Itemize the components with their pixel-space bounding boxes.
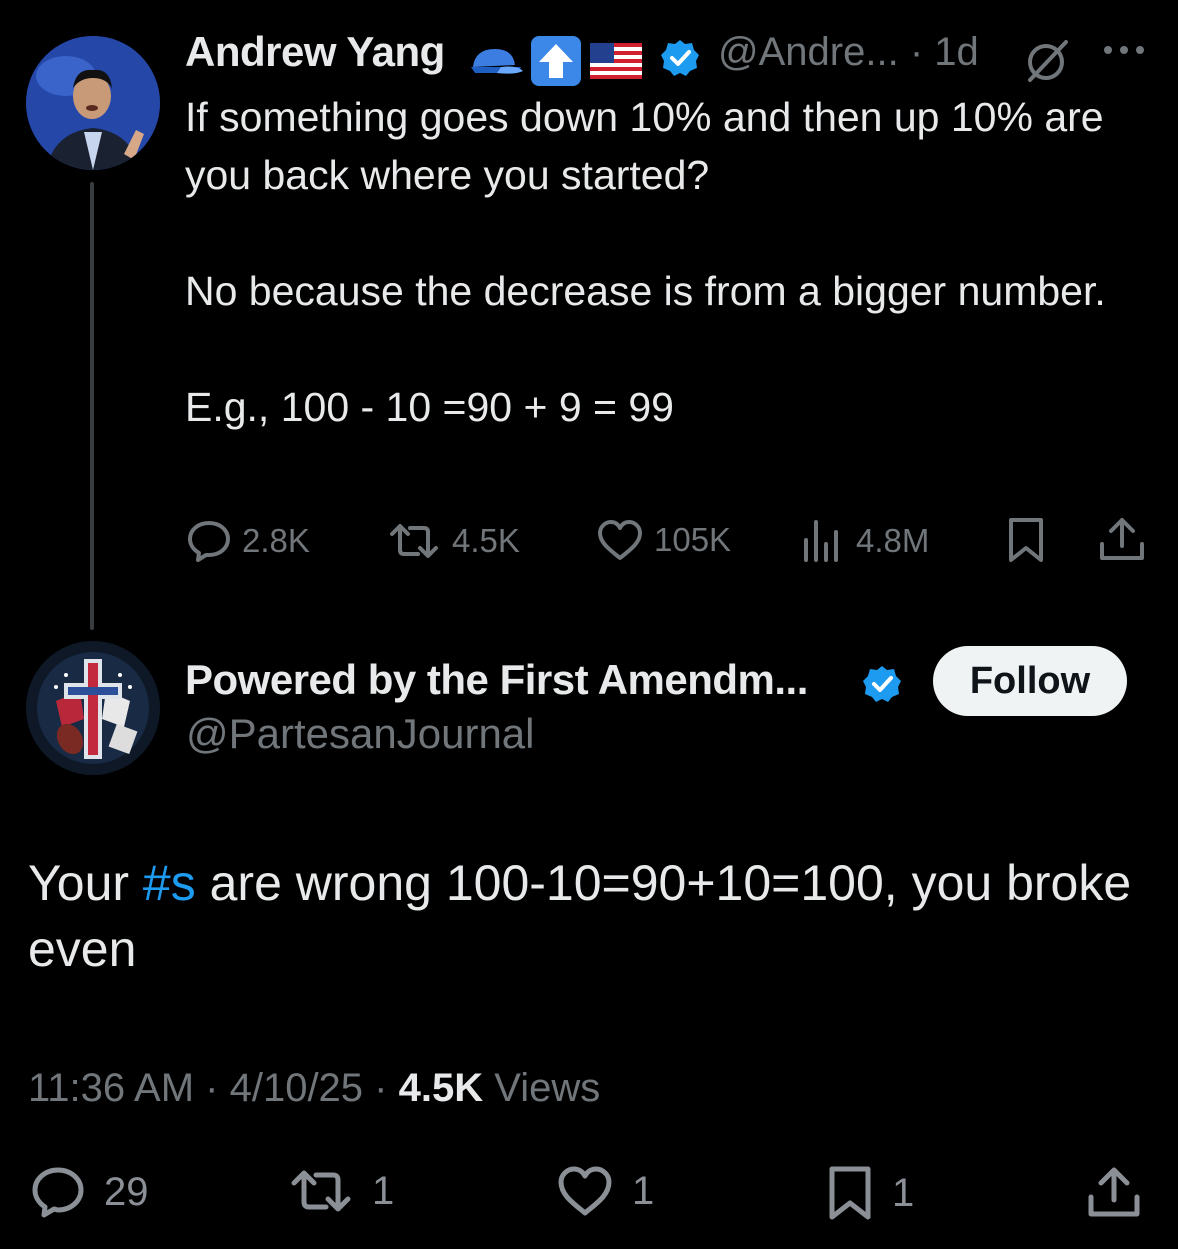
views-button[interactable]: 4.8M: [802, 518, 929, 564]
repost-icon: [390, 524, 438, 558]
blue-cap-icon: [467, 43, 523, 84]
repost-button[interactable]: 4.5K: [386, 518, 520, 564]
reply-author-handle[interactable]: @PartesanJournal: [186, 710, 535, 758]
like-count: 105K: [654, 521, 732, 558]
reply-like-count: 1: [632, 1168, 655, 1213]
author-name[interactable]: Andrew Yang: [185, 28, 445, 76]
reply-icon: [32, 1167, 84, 1218]
more-options-icon[interactable]: [1102, 40, 1146, 65]
like-button[interactable]: 105K: [596, 518, 731, 562]
bookmark-icon: [829, 1166, 871, 1220]
reply-text-start: Your: [28, 855, 143, 911]
reply-bookmark-button[interactable]: 1: [826, 1164, 914, 1222]
heart-icon: [598, 520, 642, 560]
reply-bookmark-count: 1: [892, 1170, 915, 1215]
heart-icon: [558, 1166, 612, 1216]
reply-like-button[interactable]: 1: [556, 1164, 654, 1218]
reply-repost-button[interactable]: 1: [288, 1164, 394, 1218]
repost-count: 4.5K: [452, 522, 520, 559]
verified-badge-icon[interactable]: [862, 664, 902, 709]
us-flag-icon: [589, 41, 643, 86]
reply-author-name[interactable]: Powered by the First Amendm...: [185, 656, 808, 704]
reply-button[interactable]: 2.8K: [186, 518, 310, 564]
share-icon[interactable]: [1098, 516, 1146, 567]
thread-connector: [90, 182, 94, 630]
views-chart-icon: [804, 520, 838, 562]
repost-icon: [291, 1170, 351, 1212]
reply-icon: [188, 521, 230, 562]
tweet-time[interactable]: · 1d: [910, 30, 979, 74]
reply-date[interactable]: 4/10/25: [230, 1066, 363, 1110]
reply-author-avatar[interactable]: [26, 641, 160, 775]
author-handle[interactable]: @Andre...: [718, 30, 899, 74]
reply-views-count: 4.5K: [398, 1066, 484, 1110]
hashtag-link[interactable]: #s: [143, 855, 196, 911]
up-arrow-icon: [529, 34, 583, 93]
reply-meta: 11:36 AM · 4/10/25 · 4.5K Views: [28, 1066, 601, 1110]
follow-button[interactable]: Follow: [933, 646, 1127, 716]
reply-reply-count: 29: [104, 1169, 149, 1214]
reply-reply-button[interactable]: 29: [30, 1164, 149, 1220]
bookmark-icon[interactable]: [1006, 516, 1046, 569]
reply-time[interactable]: 11:36 AM: [28, 1066, 194, 1110]
reply-repost-count: 1: [372, 1168, 395, 1213]
share-icon[interactable]: [1086, 1164, 1142, 1225]
name-emojis: [467, 34, 643, 93]
verified-badge-icon[interactable]: [660, 38, 700, 83]
grok-icon[interactable]: [1024, 38, 1070, 89]
reply-views-label: Views: [494, 1066, 601, 1110]
views-count: 4.8M: [856, 522, 930, 559]
reply-count: 2.8K: [242, 522, 310, 559]
reply-text: Your #s are wrong 100-10=90+10=100, you …: [28, 850, 1148, 982]
author-handle-and-time: @Andre... · 1d: [718, 30, 979, 75]
author-avatar[interactable]: [26, 36, 160, 170]
tweet-text: If something goes down 10% and then up 1…: [185, 94, 1106, 430]
